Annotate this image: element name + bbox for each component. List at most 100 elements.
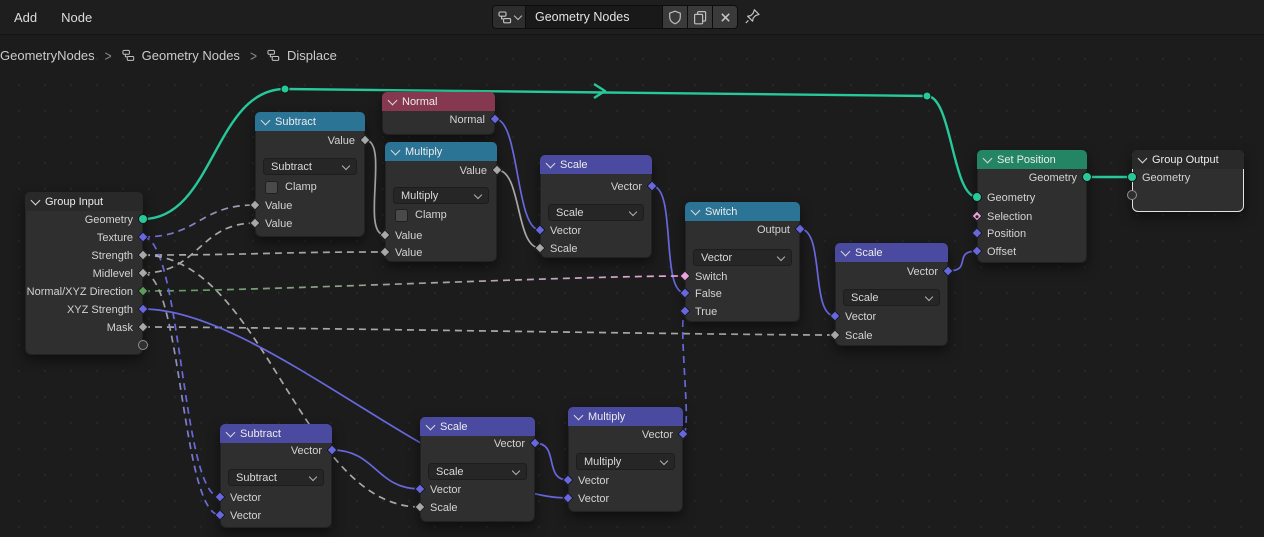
node-link <box>142 222 256 274</box>
node-subtract-math[interactable]: Subtract Value Subtract Clamp Value Value <box>255 112 365 237</box>
node-title: Switch <box>705 205 738 218</box>
reroute-node[interactable] <box>922 91 932 101</box>
node-tree-name-input[interactable] <box>525 5 663 29</box>
collapse-chevron-icon[interactable] <box>545 158 556 168</box>
socket-label-row: Output <box>686 221 799 239</box>
socket-label: Vector <box>230 492 262 504</box>
node-header[interactable]: Subtract <box>255 112 365 131</box>
breadcrumb-item-group: Displace <box>267 48 337 63</box>
node-normal[interactable]: Normal Normal <box>382 92 495 135</box>
node-header[interactable]: Set Position <box>977 150 1087 169</box>
enum-dropdown-multiply-vec[interactable]: Multiply <box>576 453 675 470</box>
socket-label: Midlevel <box>92 268 133 280</box>
socket-label: Vector <box>550 225 582 237</box>
node-header[interactable]: Scale <box>540 155 652 174</box>
collapse-chevron-icon[interactable] <box>840 246 851 256</box>
node-header[interactable]: Switch <box>685 202 800 221</box>
breadcrumb: GeometryNodes > Geometry Nodes > Displac… <box>0 47 337 65</box>
clamp-checkbox[interactable] <box>395 208 408 222</box>
node-switch[interactable]: Switch Output Vector Switch False True <box>685 202 800 322</box>
node-title: Multiply <box>588 410 626 423</box>
socket-set-position-geometry[interactable] <box>1082 172 1092 182</box>
node-multiply-math[interactable]: Multiply Value Multiply Clamp Value Value <box>385 142 497 262</box>
socket-set-position-geometry[interactable] <box>972 192 982 202</box>
socket-group-input-virtual[interactable] <box>138 340 148 350</box>
socket-label-row: Switch <box>686 268 799 286</box>
socket-label: Offset <box>987 246 1017 258</box>
node-link <box>926 94 978 199</box>
unlink-button[interactable] <box>713 5 738 29</box>
collapse-chevron-icon[interactable] <box>30 195 41 205</box>
socket-label: Normal <box>449 114 485 126</box>
enum-dropdown-switch[interactable]: Vector <box>693 249 792 266</box>
node-title: Group Input <box>45 195 104 208</box>
node-scale-1[interactable]: Scale Vector Scale Vector Scale <box>540 155 652 258</box>
editor-header-bar: Add Node <box>0 0 1264 35</box>
socket-label-row: Vector <box>421 481 534 499</box>
collapse-chevron-icon[interactable] <box>1137 153 1148 163</box>
node-header[interactable]: Group Input <box>25 192 143 211</box>
socket-label-row: Vector <box>836 308 947 326</box>
collapse-chevron-icon[interactable] <box>573 410 584 420</box>
menu-node[interactable]: Node <box>49 10 104 25</box>
socket-label: Scale <box>430 502 458 514</box>
enum-dropdown-scale-3[interactable]: Scale <box>428 463 527 480</box>
enum-dropdown-scale-1[interactable]: Scale <box>548 204 644 221</box>
enum-dropdown-subtract-math[interactable]: Subtract <box>263 158 357 175</box>
node-tree-browse-button[interactable] <box>492 5 525 29</box>
enum-dropdown-subtract-vec[interactable]: Subtract <box>228 469 324 486</box>
clamp-checkbox[interactable] <box>265 180 278 194</box>
node-header[interactable]: Scale <box>420 417 535 436</box>
node-group-output[interactable]: Group Output Geometry <box>1132 150 1244 212</box>
node-title: Subtract <box>240 427 281 440</box>
socket-label-row: Vector <box>541 222 651 240</box>
collapse-chevron-icon[interactable] <box>225 427 236 437</box>
breadcrumb-label: Geometry Nodes <box>141 48 240 63</box>
socket-label-row: Geometry <box>1133 169 1243 187</box>
collapse-chevron-icon[interactable] <box>260 115 271 125</box>
node-set-position[interactable]: Set Position Geometry Geometry Selection Pos… <box>977 150 1087 263</box>
socket-group-output-geometry[interactable] <box>1127 172 1137 182</box>
pin-button[interactable] <box>744 8 761 25</box>
node-scale-2[interactable]: Scale Vector Scale Vector Scale <box>835 243 948 346</box>
socket-label: Normal/XYZ Direction <box>26 286 133 298</box>
node-header[interactable]: Multiply <box>385 142 497 161</box>
enum-dropdown-multiply-math[interactable]: Multiply <box>393 187 489 204</box>
checkbox-label: Clamp <box>415 209 447 221</box>
copy-icon <box>694 10 707 24</box>
pin-icon <box>745 9 760 24</box>
socket-label-row: Geometry <box>26 211 142 229</box>
socket-group-input-geometry[interactable] <box>138 214 148 224</box>
node-subtract-vec[interactable]: Subtract Vector Subtract Vector Vector <box>220 424 332 528</box>
node-group-input[interactable]: Group Input Geometry Texture Strength Midlev… <box>25 192 143 355</box>
shield-icon <box>669 10 681 24</box>
collapse-chevron-icon[interactable] <box>387 95 398 105</box>
enum-dropdown-scale-2[interactable]: Scale <box>843 289 940 306</box>
node-header[interactable]: Scale <box>835 243 948 262</box>
collapse-chevron-icon[interactable] <box>982 153 993 163</box>
socket-label-row: Vector <box>221 507 331 525</box>
socket-label: Vector <box>906 266 938 278</box>
node-header[interactable]: Subtract <box>220 424 332 443</box>
dropdown-value: Vector <box>701 251 733 264</box>
fake-user-button[interactable] <box>663 5 688 29</box>
collapse-chevron-icon[interactable] <box>690 205 701 215</box>
collapse-chevron-icon[interactable] <box>390 145 401 155</box>
node-link <box>142 251 386 256</box>
node-multiply-vec[interactable]: Multiply Vector Multiply Vector Vector <box>568 407 683 512</box>
socket-label-row: Vector <box>421 435 534 453</box>
socket-group-output-virtual[interactable] <box>1127 190 1137 200</box>
socket-label: Vector <box>578 475 610 487</box>
collapse-chevron-icon[interactable] <box>425 420 436 430</box>
socket-label-row: Mask <box>26 319 142 337</box>
node-link <box>681 310 688 435</box>
node-header[interactable]: Multiply <box>568 407 683 426</box>
socket-label: Position <box>987 228 1027 240</box>
node-header[interactable]: Group Output <box>1132 150 1244 169</box>
new-data-button[interactable] <box>688 5 713 29</box>
node-scale-3[interactable]: Scale Vector Scale Vector Scale <box>420 417 535 522</box>
node-header[interactable]: Normal <box>382 92 495 111</box>
node-title: Set Position <box>997 153 1056 166</box>
menu-add[interactable]: Add <box>2 10 49 25</box>
reroute-node[interactable] <box>280 84 290 94</box>
